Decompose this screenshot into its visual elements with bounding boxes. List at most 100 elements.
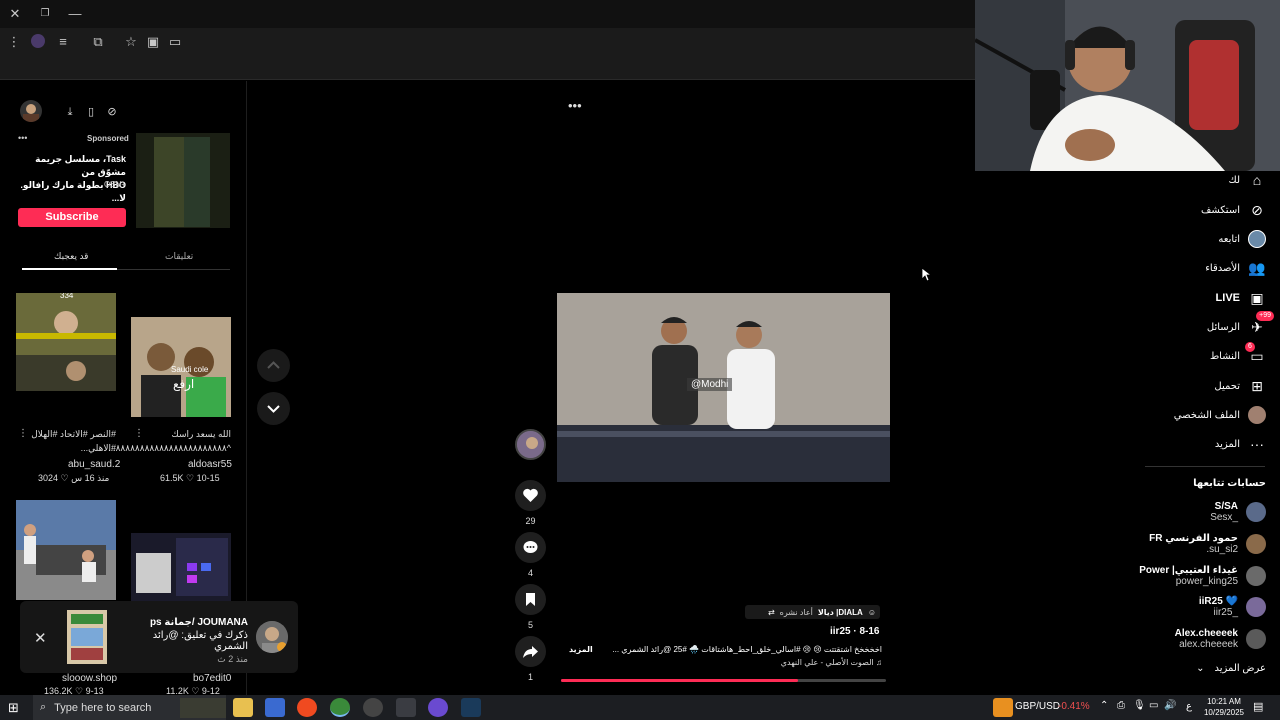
nav-messages[interactable]: ✈ 99+ الرسائل [1207,311,1274,339]
nav-friends[interactable]: 👥 الأصدقاء [1205,256,1266,280]
playlist-icon[interactable]: ≡ [55,34,71,50]
thumb-menu-icon[interactable]: ⋮ [134,428,144,439]
thumb-menu-icon[interactable]: ⋮ [18,428,28,439]
following-account[interactable]: غيداء العتيبي| Power power_king25 [1139,561,1266,591]
minimize-icon[interactable]: — [67,6,83,22]
caption-more-link[interactable]: المزيد [569,645,593,654]
ticker-label[interactable]: GBP/USD [1015,701,1060,712]
mobile-icon[interactable]: ▯ [80,101,102,123]
avatar [1246,534,1266,554]
share-button[interactable] [515,636,546,667]
video-thumbnail[interactable]: 334 [16,293,116,391]
obs-icon[interactable] [363,698,383,717]
search-placeholder: Type here to search [54,701,152,714]
video-author[interactable]: aldoasr55 [188,459,232,470]
ticker-icon [993,698,1013,717]
nav-explore[interactable]: ⊘ استكشف [1201,198,1266,222]
tab-search-icon[interactable]: ▣ [145,34,161,50]
repost-banner[interactable]: ☺ DIALA| ديالا أعاد نشره ⇄ [745,605,880,619]
previous-video-button[interactable] [257,349,290,382]
following-account[interactable]: Alex.cheeeek alex.cheeeek [1175,624,1266,654]
video-thumbnail[interactable] [16,500,116,600]
browser-titlebar: ✕ ❐ — [0,0,975,28]
mention-notification[interactable]: ✕ JOUMANA ‌/جمانة ‌ps ذكرك في تعليق: @را… [20,601,298,673]
restore-icon[interactable]: ❐ [37,6,53,22]
ad-more-icon[interactable]: ••• [18,133,27,143]
creator-avatar[interactable] [515,429,546,460]
following-account[interactable]: 💙 iiR25 _iir25 [1199,592,1266,622]
nav-following[interactable]: اتابعه [1218,227,1266,251]
taskbar-search[interactable]: ⌕ Type here to search [33,695,226,720]
chevron-down-icon: ⌄ [1196,663,1205,674]
close-icon[interactable]: ✕ [34,629,47,647]
windows-start-icon[interactable]: ⊞ [8,698,28,717]
heart-icon [523,488,538,502]
activity-badge: 6 [1245,342,1255,352]
tab-you-may-like[interactable]: قد يعجبك [54,251,88,262]
nav-live[interactable]: ▣ LIVE [1216,286,1266,310]
reposter-name: DIALA| ديالا [817,607,863,617]
video-author-date[interactable]: iir25 · 8-16 [830,626,879,637]
brave-icon[interactable] [297,698,317,717]
ad-brand: OSN+ [104,180,127,189]
video-stats: 11.2K ♡ 9-12 [166,686,220,695]
volume-icon[interactable]: 🔊 [1164,700,1176,711]
nav-more[interactable]: ··· المزيد [1215,432,1266,456]
video-stats: 61.5K ♡ 10-15 [160,473,220,483]
live-icon: ▣ [1250,290,1264,306]
repost-user-icon: ☺ [867,607,876,617]
extensions-icon[interactable]: ⧉ [90,34,106,50]
file-explorer-icon[interactable] [233,698,253,717]
following-avatar-icon [1248,230,1266,248]
nav-divider [1145,466,1265,467]
discord-icon[interactable] [428,698,448,717]
sound-label[interactable]: ♫ الصوت الأصلي - علي النهدي [700,658,882,667]
notifications-icon[interactable]: ▤ [1253,700,1263,713]
nav-upload[interactable]: ⊞ تحميل [1214,374,1266,398]
tray-chevron-icon[interactable]: ⌃ [1100,700,1108,711]
following-account[interactable]: S/SA _Sesx [1210,497,1266,527]
video-thumbnail[interactable] [131,533,231,601]
ad-image[interactable] [136,133,230,228]
network-icon[interactable]: ▭ [1149,700,1158,711]
star-icon[interactable]: ☆ [123,34,139,50]
video-player[interactable]: @Modhi [557,293,890,482]
comment-button[interactable] [515,532,546,563]
app-icon[interactable] [396,698,416,717]
compass-icon[interactable]: ⊘ [101,101,123,123]
nav-for-you[interactable]: ⌂ لك [1229,168,1266,192]
sponsored-ad[interactable]: ••• Sponsored Task، مسلسل جريمة مشوّق من… [18,133,230,228]
profile-icon[interactable] [31,34,45,48]
video-caption: اخخخخخ اشتقتتت 😢 😢 #اسالي_خلق_احط_هاشتاق… [612,645,882,654]
store-icon[interactable] [265,698,285,717]
clock[interactable]: 10:21 AM 10/29/2025 [1203,696,1245,718]
avatar [1246,566,1266,586]
user-avatar[interactable] [20,100,42,122]
nav-activity[interactable]: ▭ 6 النشاط [1210,342,1266,368]
menu-dots-icon[interactable]: ⋮ [6,34,22,50]
more-options-icon[interactable]: ••• [568,98,582,113]
video-thumbnail[interactable]: Saudi cole ارفع [131,317,231,417]
video-caption: #النصر #الاتحاد #الهلال #الاهلي... [31,429,116,453]
chrome-icon[interactable] [330,698,350,717]
close-icon[interactable]: ✕ [7,6,23,22]
next-video-button[interactable] [257,392,290,425]
language-indicator[interactable]: ع [1186,701,1192,712]
steam-icon[interactable] [461,698,481,717]
video-author[interactable]: slooow.shop [62,673,117,684]
ad-text-line1: Task، مسلسل جريمة مشوّق من [35,154,126,177]
download-icon[interactable]: ⤓ [59,101,81,123]
cast-icon[interactable]: ▭ [167,34,183,50]
progress-bar[interactable] [561,679,886,682]
tab-comments[interactable]: تعليقات [165,251,193,262]
video-author[interactable]: bo7edit0 [193,673,231,684]
nav-profile[interactable]: الملف الشخصي [1174,403,1266,427]
subscribe-button[interactable]: Subscribe [18,208,126,227]
microphone-icon[interactable]: 🎙 [1133,700,1146,711]
save-button[interactable] [515,584,546,615]
tray-app-icon[interactable]: ⎙ [1117,700,1125,711]
video-author[interactable]: abu_saud.2 [68,459,120,470]
like-button[interactable] [515,480,546,511]
see-more-link[interactable]: عرض المزيد ⌄ [1196,663,1266,674]
following-account[interactable]: حمود الفرنسي FR su_si2. [1149,529,1266,559]
